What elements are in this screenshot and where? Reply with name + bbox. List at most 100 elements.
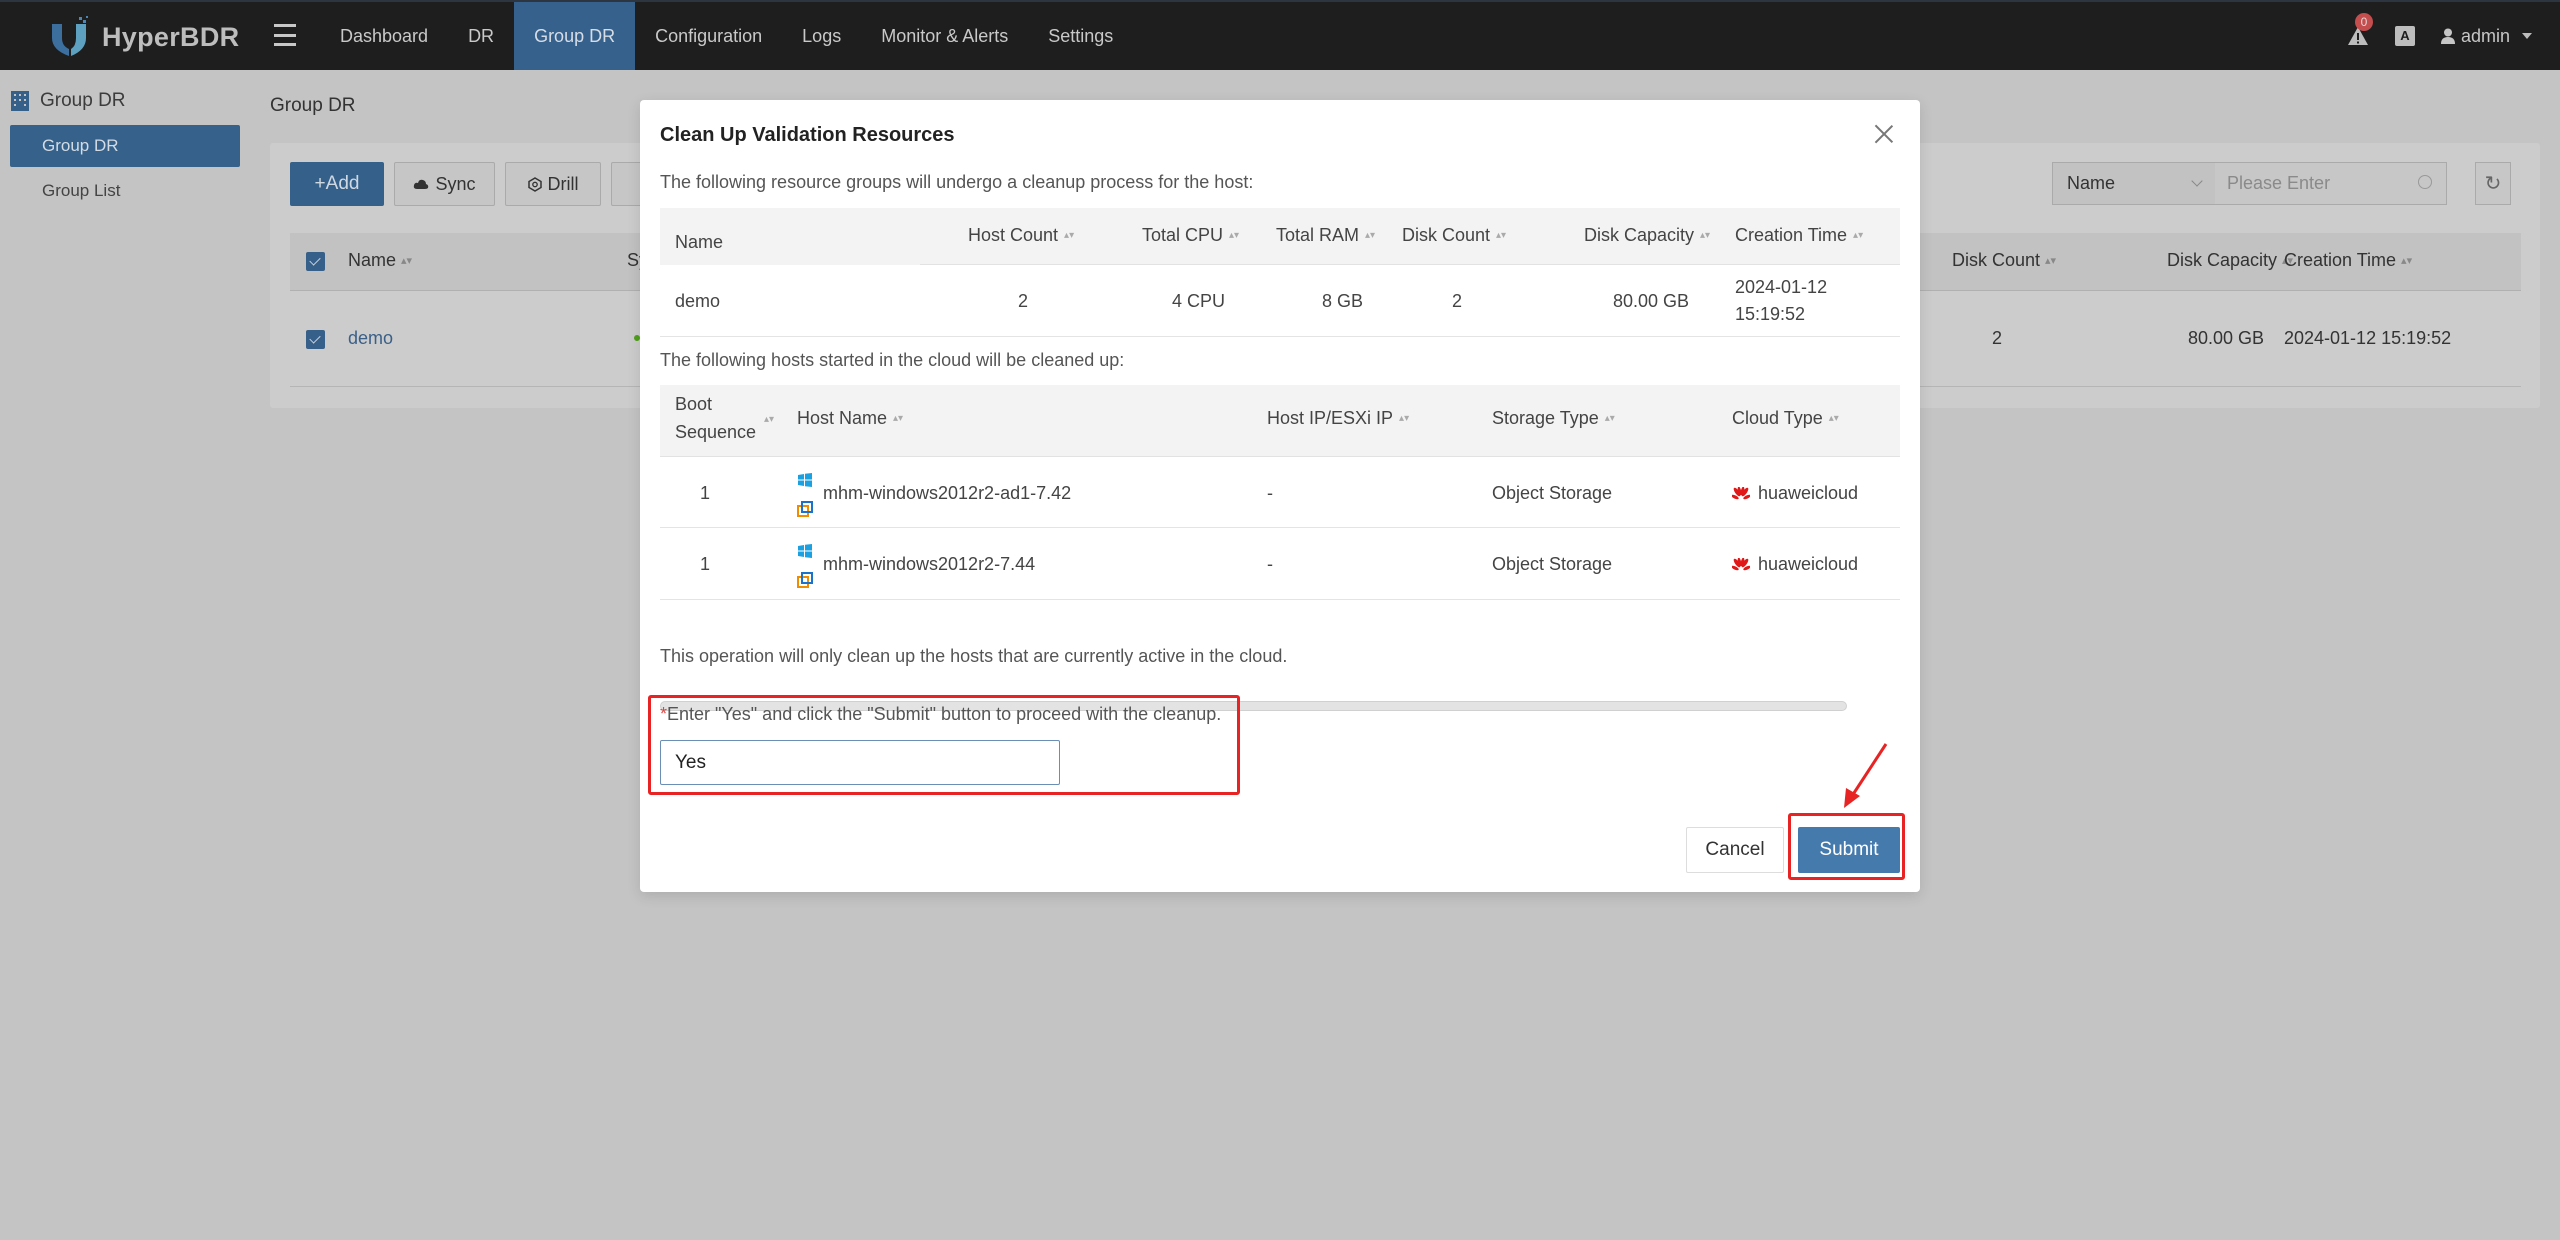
chevron-down-icon	[2191, 175, 2203, 187]
col-host-count-text: Host Count	[968, 225, 1059, 245]
header-disk-capacity[interactable]: Disk Capacity ▴▾	[2167, 250, 2293, 271]
alerts-button[interactable]: 0	[2347, 13, 2373, 47]
vmware-icon	[797, 572, 813, 588]
drill-button[interactable]: Drill	[505, 162, 601, 206]
annotation-arrow-icon	[1844, 743, 1888, 808]
cell-cloud-type: huaweicloud	[1732, 483, 1858, 504]
app-name: HyperBDR	[102, 21, 240, 52]
sidebar-item-group-dr[interactable]: Group DR	[10, 125, 240, 167]
select-all-checkbox[interactable]	[306, 252, 325, 271]
resource-groups-table: Name Host Count ▴▾ Total CPU ▴▾ Total RAM ▴…	[660, 208, 1900, 338]
col-total-ram-text: Total RAM	[1276, 225, 1360, 245]
col-total-ram[interactable]: Total RAM ▴▾	[1276, 225, 1375, 246]
sort-icon: ▴▾	[1700, 230, 1711, 242]
header-disk-count[interactable]: Disk Count ▴▾	[1952, 250, 2056, 271]
modal-title: Clean Up Validation Resources	[660, 124, 955, 146]
nav-logs[interactable]: Logs	[782, 2, 861, 70]
menu-toggle-icon[interactable]	[274, 24, 296, 46]
confirm-label-text: Enter "Yes" and click the "Submit" butto…	[667, 704, 1222, 724]
cloud-hosts-table: Boot Sequence ▴▾ Host Name ▴▾ Host IP/ESX…	[660, 385, 1900, 601]
cell-boot-sequence: 1	[700, 483, 711, 503]
windows-icon	[798, 544, 812, 558]
col-storage-type[interactable]: Storage Type ▴▾	[1492, 408, 1615, 429]
user-menu[interactable]: admin	[2440, 25, 2532, 47]
row-checkbox[interactable]	[306, 330, 325, 349]
col-storage-type-text: Storage Type	[1492, 408, 1599, 428]
sync-button[interactable]: Sync	[394, 162, 495, 206]
cloud-hosts-header: Boot Sequence ▴▾ Host Name ▴▾ Host IP/ESX…	[660, 385, 1900, 457]
table-row: 1 mhm-windows2012r2-ad1-7.42 - Object St…	[660, 457, 1900, 528]
sort-icon: ▴▾	[1365, 230, 1376, 242]
nav-settings[interactable]: Settings	[1028, 2, 1133, 70]
add-button[interactable]: +Add	[290, 162, 384, 206]
search-input[interactable]: Please Enter	[2215, 162, 2447, 205]
cell-boot-sequence: 1	[700, 554, 711, 574]
groups-intro-text: The following resource groups will under…	[660, 172, 1254, 192]
col-disk-capacity-text: Disk Capacity	[1584, 225, 1695, 245]
resource-groups-header: Name Host Count ▴▾ Total CPU ▴▾ Total RAM ▴…	[660, 208, 1900, 265]
huawei-icon	[1732, 487, 1750, 500]
sort-icon: ▴▾	[1229, 230, 1240, 242]
nav-configuration[interactable]: Configuration	[635, 2, 782, 70]
sort-icon[interactable]: ▴▾	[764, 415, 774, 425]
nav-dr[interactable]: DR	[448, 2, 514, 70]
shield-logo-icon	[52, 16, 88, 56]
cell-creation-date: 2024-01-12	[1735, 277, 1828, 297]
sidebar: Group DR Group DR Group List	[0, 70, 250, 1240]
vmware-icon	[797, 501, 813, 517]
col-host-ip-text: Host IP/ESXi IP	[1267, 408, 1394, 428]
col-total-cpu[interactable]: Total CPU ▴▾	[1142, 225, 1239, 246]
sort-icon: ▴▾	[2401, 254, 2413, 267]
sidebar-title-text: Group DR	[40, 90, 126, 111]
cell-host-ip: -	[1267, 554, 1273, 574]
close-icon[interactable]	[1874, 124, 1894, 144]
col-host-count[interactable]: Host Count ▴▾	[968, 225, 1074, 246]
sort-icon: ▴▾	[1853, 230, 1864, 242]
col-disk-capacity[interactable]: Disk Capacity ▴▾	[1584, 225, 1710, 246]
nav-monitor-alerts[interactable]: Monitor & Alerts	[861, 2, 1028, 70]
refresh-button[interactable]: ↻	[2475, 162, 2511, 205]
page-title: Group DR	[270, 95, 356, 116]
cell-disk-count: 2	[1452, 291, 1463, 311]
sort-icon: ▴▾	[401, 254, 413, 267]
username: admin	[2460, 25, 2510, 46]
search-icon[interactable]	[2418, 175, 2432, 189]
col-creation-time-text: Creation Time	[1735, 225, 1848, 245]
col-creation-time[interactable]: Creation Time ▴▾	[1735, 225, 1863, 246]
col-total-cpu-text: Total CPU	[1142, 225, 1224, 245]
col-host-ip[interactable]: Host IP/ESXi IP ▴▾	[1267, 408, 1409, 429]
col-boot-line1: Boot	[675, 394, 713, 414]
alert-count-badge: 0	[2354, 13, 2373, 31]
filter-field-value: Name	[2067, 173, 2116, 193]
header-name[interactable]: Name ▴▾	[348, 250, 412, 271]
sort-icon: ▴▾	[893, 413, 904, 425]
col-host-name[interactable]: Host Name ▴▾	[797, 408, 903, 429]
confirm-input[interactable]	[660, 740, 1060, 785]
submit-button[interactable]: Submit	[1798, 827, 1900, 873]
nav-group-dr[interactable]: Group DR	[514, 2, 636, 70]
nav-right: 0 A admin	[2347, 2, 2532, 70]
drill-button-label: Drill	[547, 173, 579, 194]
col-host-name-text: Host Name	[797, 408, 888, 428]
col-disk-count[interactable]: Disk Count ▴▾	[1402, 225, 1506, 246]
col-boot-line2: Sequence	[675, 422, 757, 442]
group-name-link[interactable]: demo	[348, 328, 393, 349]
cell-host-name: mhm-windows2012r2-ad1-7.42	[823, 483, 1072, 503]
header-creation-time[interactable]: Creation Time ▴▾	[2284, 250, 2412, 271]
cell-cloud-type: huaweicloud	[1732, 554, 1858, 575]
sort-icon: ▴▾	[1604, 413, 1615, 425]
chevron-down-icon	[2522, 33, 2532, 39]
filter-field-select[interactable]: Name	[2052, 162, 2216, 205]
sync-button-label: Sync	[435, 173, 476, 194]
language-icon[interactable]: A	[2394, 26, 2415, 46]
col-cloud-type[interactable]: Cloud Type ▴▾	[1732, 408, 1839, 429]
nav-dashboard[interactable]: Dashboard	[320, 2, 448, 70]
sidebar-item-group-list[interactable]: Group List	[10, 170, 240, 212]
cancel-button[interactable]: Cancel	[1686, 827, 1784, 873]
windows-icon	[798, 473, 812, 487]
sort-icon: ▴▾	[1496, 230, 1507, 242]
logo[interactable]: HyperBDR	[48, 16, 239, 58]
cell-creation-time: 2024-01-12 15:19:52	[2284, 328, 2452, 348]
header-disk-capacity-text: Disk Capacity	[2167, 250, 2278, 270]
sort-icon: ▴▾	[1399, 413, 1410, 425]
